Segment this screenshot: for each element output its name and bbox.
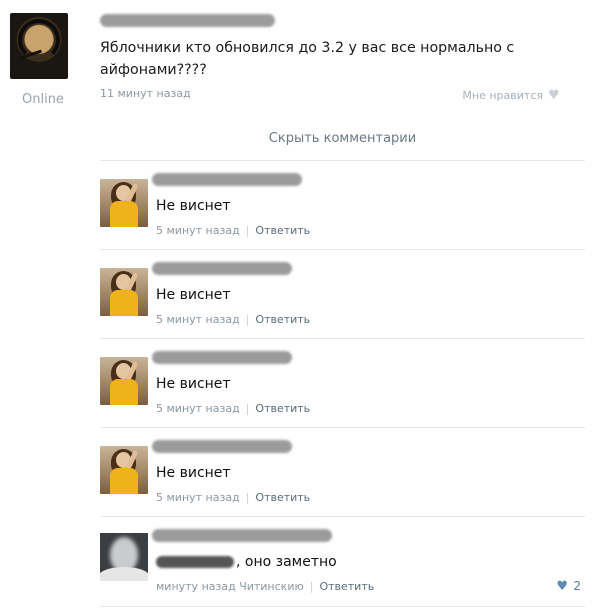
- avatar-body: [110, 290, 138, 316]
- reply-link[interactable]: Ответить: [319, 580, 374, 593]
- comment-time[interactable]: 5 минут назад: [156, 491, 240, 504]
- like-button[interactable]: Мне нравится ♥: [462, 89, 560, 102]
- comment-text: , оно заметно: [156, 554, 337, 570]
- comment-item: Не виснет 5 минут назад | Ответить: [100, 161, 585, 250]
- comment-text: Не виснет: [156, 465, 231, 481]
- meta-divider: |: [245, 313, 250, 326]
- commenter-name-redacted[interactable]: [152, 529, 332, 542]
- post-author-avatar[interactable]: [10, 13, 68, 79]
- comment-time[interactable]: 5 минут назад: [156, 313, 240, 326]
- comment-item: Не виснет 5 минут назад | Ответить: [100, 428, 585, 517]
- online-status: Online: [22, 92, 64, 107]
- heart-icon: ♥: [556, 578, 569, 594]
- hide-comments-link[interactable]: Скрыть комментарии: [100, 131, 585, 146]
- comment-text: Не виснет: [156, 198, 231, 214]
- avatar-body: [110, 468, 138, 494]
- comment-text: Не виснет: [156, 376, 231, 392]
- commenter-avatar[interactable]: [100, 533, 148, 581]
- reply-link[interactable]: Ответить: [255, 313, 310, 326]
- comment-text-visible: , оно заметно: [236, 554, 337, 570]
- post-text: Яблочники кто обновился до 3.2 у вас все…: [100, 40, 515, 78]
- post-author-name-redacted[interactable]: [100, 14, 275, 27]
- comment-meta: 5 минут назад | Ответить: [156, 313, 310, 326]
- meta-divider: |: [245, 491, 250, 504]
- reply-link[interactable]: Ответить: [255, 402, 310, 415]
- commenter-avatar[interactable]: [100, 357, 148, 405]
- like-label: Мне нравится: [462, 89, 543, 102]
- meta-divider: |: [245, 402, 250, 415]
- comment-text: Не виснет: [156, 287, 231, 303]
- commenter-avatar[interactable]: [100, 268, 148, 316]
- comment-meta: минуту назад Читинскию | Ответить: [156, 580, 374, 593]
- comment-meta: 5 минут назад | Ответить: [156, 491, 310, 504]
- comment-time[interactable]: 5 минут назад: [156, 224, 240, 237]
- mentioned-name-redacted[interactable]: [156, 556, 234, 568]
- commenter-name-redacted[interactable]: [152, 262, 292, 275]
- meta-divider: |: [245, 224, 250, 237]
- comment-item: Не виснет 5 минут назад | Ответить: [100, 339, 585, 428]
- post-time[interactable]: 11 минут назад: [100, 87, 191, 100]
- comment-time[interactable]: 5 минут назад: [156, 402, 240, 415]
- comment-meta: 5 минут назад | Ответить: [156, 224, 310, 237]
- comment-like-button[interactable]: ♥ 2: [556, 579, 581, 593]
- comment-item: Не виснет 5 минут назад | Ответить: [100, 250, 585, 339]
- commenter-avatar[interactable]: [100, 446, 148, 494]
- avatar-body: [110, 379, 138, 405]
- commenter-name-redacted[interactable]: [152, 173, 302, 186]
- commenter-name-redacted[interactable]: [152, 440, 292, 453]
- reply-link[interactable]: Ответить: [255, 224, 310, 237]
- commenter-avatar[interactable]: [100, 179, 148, 227]
- avatar-body: [110, 201, 138, 227]
- comment-time[interactable]: минуту назад Читинскию: [156, 580, 304, 593]
- heart-icon: ♥: [548, 88, 560, 103]
- comment-meta: 5 минут назад | Ответить: [156, 402, 310, 415]
- likes-count: 2: [573, 579, 581, 593]
- meta-divider: |: [309, 580, 314, 593]
- commenter-name-redacted[interactable]: [152, 351, 292, 364]
- comment-item: , оно заметно минуту назад Читинскию | Отв…: [100, 517, 585, 607]
- avatar-body: [100, 567, 148, 581]
- reply-link[interactable]: Ответить: [255, 491, 310, 504]
